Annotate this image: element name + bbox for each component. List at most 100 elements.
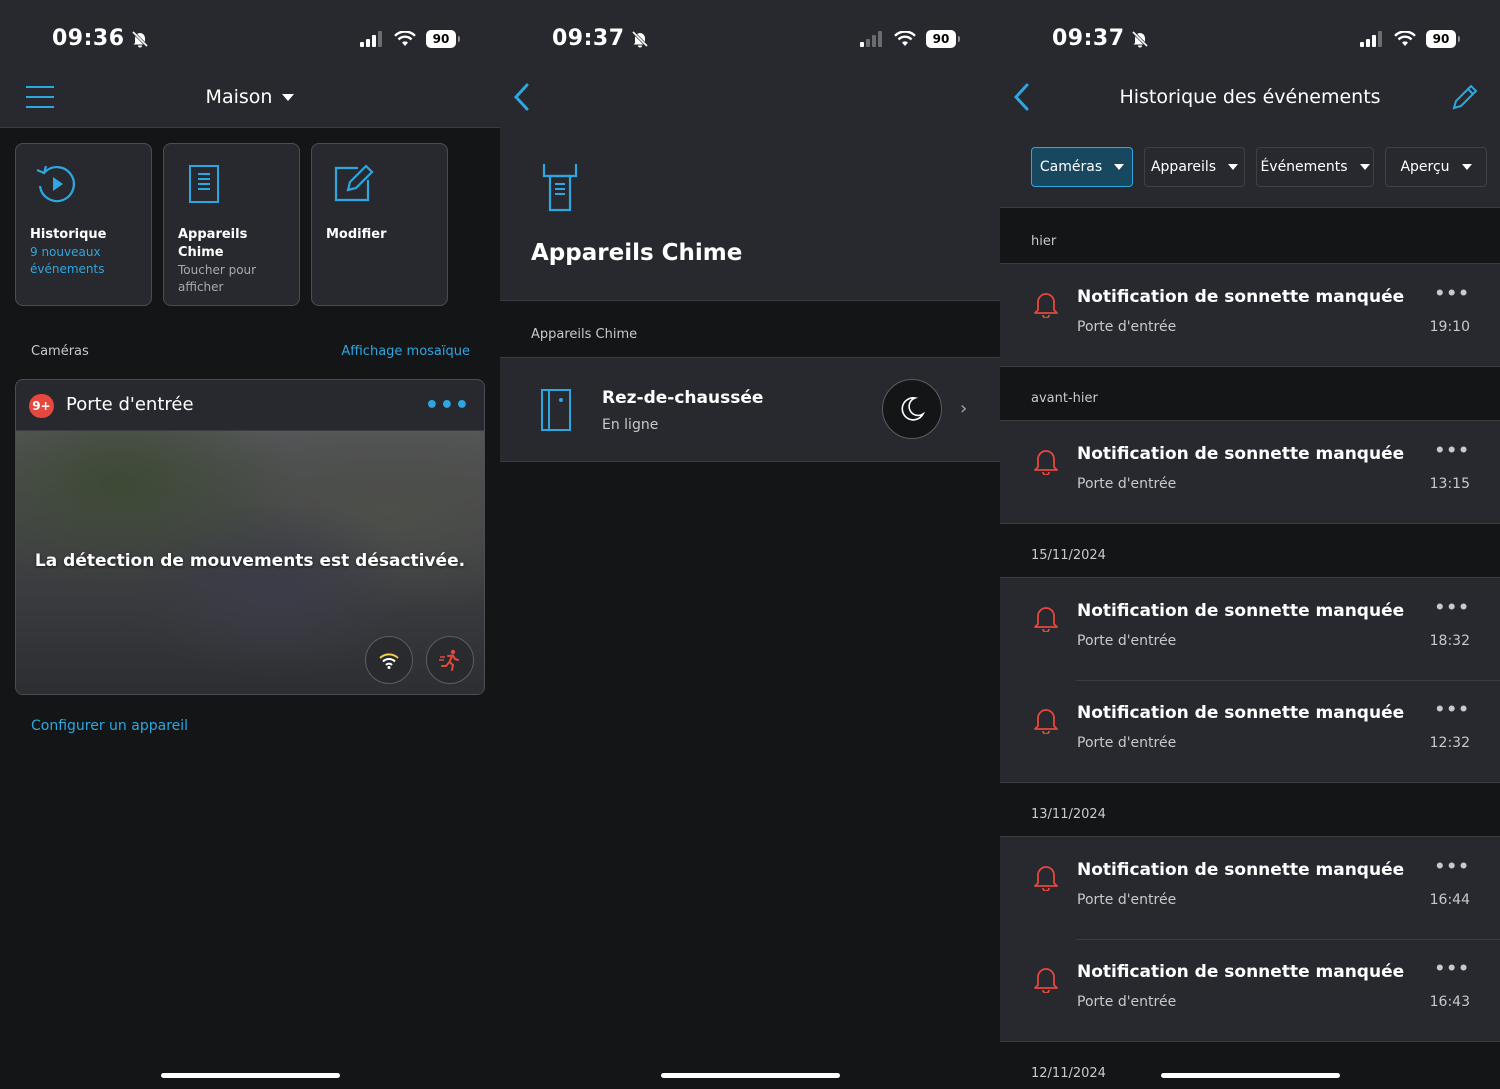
history-tile[interactable]: Historique 9 nouveaux événements: [15, 143, 152, 306]
chime-device-icon: [189, 165, 219, 203]
chime-tile-label: Appareils Chime: [178, 227, 248, 260]
bell-icon-wrap: [1033, 863, 1059, 895]
location-selector[interactable]: Maison: [0, 86, 500, 108]
door-chime-icon: [541, 389, 571, 431]
chime-device-icon: [542, 164, 578, 212]
cellular-signal-icon: [1360, 31, 1382, 47]
date-group-label: 15/11/2024: [1031, 548, 1106, 563]
event-more-button[interactable]: •••: [1434, 700, 1470, 720]
bell-icon: [1034, 293, 1058, 319]
event-more-button[interactable]: •••: [1434, 441, 1470, 461]
home-indicator[interactable]: [661, 1073, 840, 1078]
event-group: Notification de sonnette manquée Porte d'…: [1000, 420, 1500, 524]
status-bar: 09:37 90: [1000, 0, 1500, 70]
event-row[interactable]: Notification de sonnette manquée Porte d'…: [1000, 264, 1500, 366]
filter-cameras[interactable]: Caméras: [1031, 147, 1133, 187]
page-title: Historique des événements: [1119, 86, 1381, 108]
shortcut-tiles: Historique 9 nouveaux événements Apparei…: [15, 143, 448, 306]
chime-devices-screen: 09:37 90 Appareils Chime Appareils Chime…: [500, 0, 1000, 1089]
camera-preview[interactable]: La détection de mouvements est désactivé…: [16, 431, 484, 694]
wifi-status-button[interactable]: [365, 636, 413, 684]
event-source: Porte d'entrée: [1077, 319, 1177, 335]
event-more-button[interactable]: •••: [1434, 284, 1470, 304]
device-status: En ligne: [602, 417, 659, 433]
mosaic-view-link[interactable]: Affichage mosaïque: [341, 344, 470, 359]
event-source: Porte d'entrée: [1077, 633, 1177, 649]
bell-icon: [1034, 866, 1058, 892]
event-row[interactable]: Notification de sonnette manquée Porte d'…: [1000, 680, 1500, 782]
pencil-icon: [1452, 84, 1478, 110]
chevron-left-icon: [513, 83, 529, 111]
event-title: Notification de sonnette manquée: [1077, 703, 1405, 723]
filter-preview[interactable]: Aperçu: [1385, 147, 1487, 187]
bell-icon-wrap: [1033, 706, 1059, 738]
configure-device-link[interactable]: Configurer un appareil: [31, 718, 188, 734]
event-history-screen: 09:37 90 Historique des événements Camér…: [1000, 0, 1500, 1089]
event-row[interactable]: Notification de sonnette manquée Porte d'…: [1000, 939, 1500, 1041]
event-time: 12:32: [1429, 735, 1470, 751]
event-more-button[interactable]: •••: [1434, 598, 1470, 618]
event-source: Porte d'entrée: [1077, 892, 1177, 908]
bell-icon: [1034, 709, 1058, 735]
caret-down-icon: [1114, 164, 1125, 170]
event-time: 16:43: [1429, 994, 1470, 1010]
history-header: Historique des événements Caméras Appare…: [1000, 70, 1500, 208]
bell-icon-wrap: [1033, 290, 1059, 322]
running-person-icon: [439, 649, 459, 671]
status-time: 09:36: [52, 26, 125, 51]
bell-muted-icon: [631, 30, 648, 47]
chime-devices-tile[interactable]: Appareils Chime Toucher pour afficher: [163, 143, 300, 306]
device-name: Rez-de-chaussée: [602, 388, 764, 408]
chime-tile-hint: Toucher pour afficher: [178, 263, 257, 294]
event-time: 18:32: [1429, 633, 1470, 649]
event-group: Notification de sonnette manquée Porte d'…: [1000, 263, 1500, 367]
wifi-icon: [394, 31, 416, 46]
event-group: Notification de sonnette manquée Porte d'…: [1000, 836, 1500, 1042]
event-more-button[interactable]: •••: [1434, 857, 1470, 877]
chime-header: Appareils Chime: [500, 70, 1000, 301]
cameras-section-label: Caméras: [31, 344, 89, 359]
edit-button[interactable]: [1450, 82, 1480, 116]
filter-events[interactable]: Événements: [1256, 147, 1374, 187]
do-not-disturb-button[interactable]: [882, 379, 942, 439]
filter-devices[interactable]: Appareils: [1144, 147, 1245, 187]
notification-badge: 9+: [29, 394, 54, 418]
cellular-signal-icon: [860, 31, 882, 47]
filter-bar: Caméras Appareils Événements Aperçu: [1031, 147, 1487, 187]
home-screen: 09:36 90 Maison Historique 9 nouveaux év…: [0, 0, 500, 1089]
edit-pencil-icon: [334, 164, 374, 202]
home-header: Maison: [0, 70, 500, 128]
home-indicator[interactable]: [161, 1073, 340, 1078]
camera-card[interactable]: 9+ Porte d'entrée ••• La détection de mo…: [15, 379, 485, 695]
event-row[interactable]: Notification de sonnette manquée Porte d'…: [1000, 837, 1500, 939]
moon-icon: [901, 397, 925, 421]
location-title: Maison: [205, 86, 273, 108]
chevron-right-icon: ›: [960, 398, 968, 419]
edit-tile-label: Modifier: [326, 227, 387, 242]
home-indicator[interactable]: [1161, 1073, 1340, 1078]
status-bar: 09:36 90: [0, 0, 500, 70]
event-row[interactable]: Notification de sonnette manquée Porte d'…: [1000, 578, 1500, 680]
date-group-label: avant-hier: [1031, 391, 1098, 406]
event-source: Porte d'entrée: [1077, 735, 1177, 751]
motion-detection-button[interactable]: [426, 636, 474, 684]
event-time: 16:44: [1429, 892, 1470, 908]
camera-more-button[interactable]: •••: [425, 393, 470, 418]
history-tile-count: 9 nouveaux événements: [30, 245, 105, 276]
bell-muted-icon: [1131, 30, 1148, 47]
bell-icon-wrap: [1033, 965, 1059, 997]
bell-icon: [1034, 450, 1058, 476]
date-group-label: hier: [1031, 234, 1057, 249]
event-row[interactable]: Notification de sonnette manquée Porte d'…: [1000, 421, 1500, 523]
bell-icon: [1034, 968, 1058, 994]
motion-disabled-message: La détection de mouvements est désactivé…: [34, 551, 466, 571]
battery-indicator: 90: [926, 30, 960, 48]
event-title: Notification de sonnette manquée: [1077, 287, 1405, 307]
event-more-button[interactable]: •••: [1434, 959, 1470, 979]
back-button[interactable]: [512, 82, 532, 116]
chime-device-row[interactable]: Rez-de-chaussée En ligne ›: [500, 357, 1000, 462]
history-play-icon: [36, 165, 75, 203]
event-source: Porte d'entrée: [1077, 476, 1177, 492]
edit-tile[interactable]: Modifier: [311, 143, 448, 306]
battery-indicator: 90: [426, 30, 460, 48]
